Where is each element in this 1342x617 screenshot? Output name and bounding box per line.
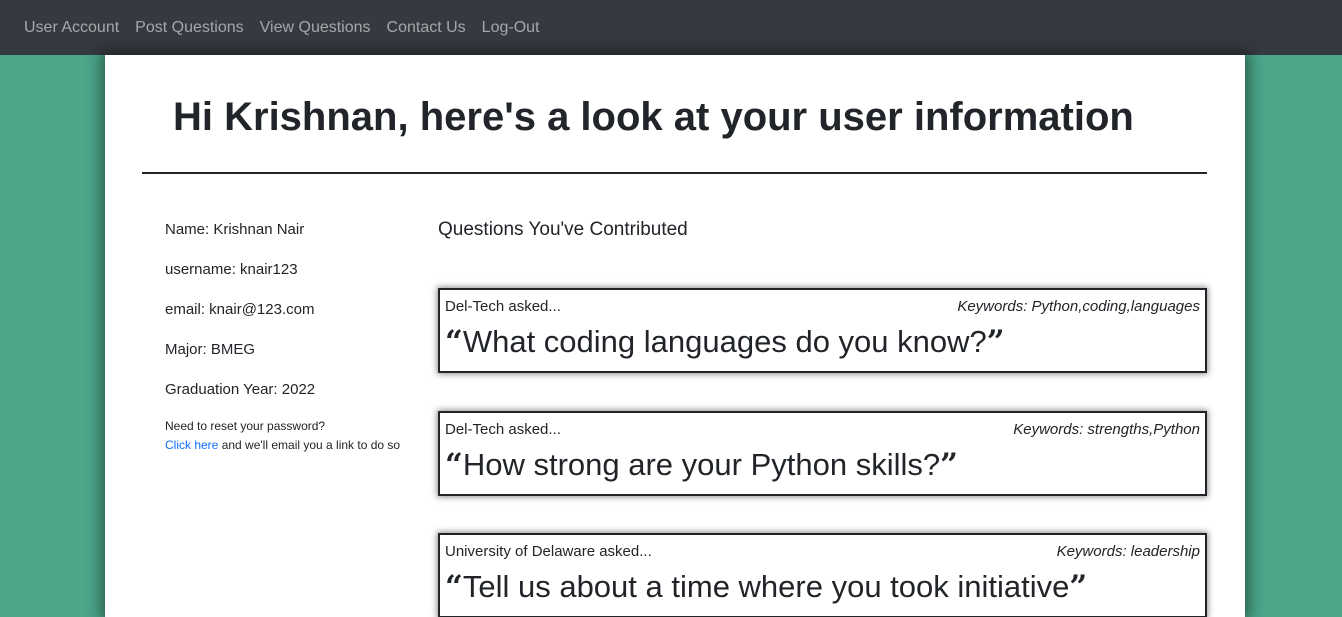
user-name: Name: Krishnan Nair [165, 221, 305, 238]
nav-post-questions[interactable]: Post Questions [135, 19, 244, 37]
user-email: email: knair@123.com [165, 301, 315, 318]
question-text: How strong are your Python skills? [462, 447, 941, 482]
title-divider [142, 172, 1207, 174]
question-asker: Del-Tech asked... [445, 421, 561, 438]
navbar: User Account Post Questions View Questio… [0, 0, 1342, 55]
open-quote-icon: “ [445, 569, 463, 605]
user-major: Major: BMEG [165, 341, 256, 358]
close-quote-icon: ” [940, 447, 958, 483]
user-info-panel: Name: Krishnan Nair username: knair123 e… [165, 220, 435, 455]
user-username: username: knair123 [165, 261, 298, 278]
main-card: Hi Krishnan, here's a look at your user … [105, 55, 1245, 617]
question-keywords: Keywords: leadership [1056, 543, 1200, 560]
open-quote-icon: “ [445, 324, 463, 360]
password-reset-prompt: Need to reset your password? [165, 419, 326, 433]
question-text: Tell us about a time where you took init… [462, 569, 1070, 604]
question-asker: University of Delaware asked... [445, 543, 652, 560]
page-title: Hi Krishnan, here's a look at your user … [173, 95, 1134, 139]
nav-log-out[interactable]: Log-Out [482, 19, 540, 37]
question-text: What coding languages do you know? [462, 324, 987, 359]
close-quote-icon: ” [1069, 569, 1088, 605]
nav-user-account[interactable]: User Account [24, 19, 119, 37]
question-text-line: “Tell us about a time where you took ini… [445, 569, 1087, 605]
contributions-title: Questions You've Contributed [438, 219, 688, 240]
open-quote-icon: “ [445, 447, 463, 483]
password-reset-link[interactable]: Click here [165, 438, 218, 452]
password-reset-note: Need to reset your password? Click here … [165, 417, 435, 455]
question-text-line: “What coding languages do you know?” [445, 324, 1005, 360]
password-reset-line: Click here and we'll email you a link to… [165, 436, 435, 455]
question-card[interactable]: Del-Tech asked... Keywords: Python,codin… [438, 288, 1207, 373]
question-text-line: “How strong are your Python skills?” [445, 447, 958, 483]
nav-view-questions[interactable]: View Questions [260, 19, 371, 37]
user-graduation-year: Graduation Year: 2022 [165, 381, 316, 398]
password-reset-suffix: and we'll email you a link to do so [218, 438, 401, 452]
nav-contact-us[interactable]: Contact Us [387, 19, 466, 37]
close-quote-icon: ” [986, 324, 1005, 360]
question-card[interactable]: Del-Tech asked... Keywords: strengths,Py… [438, 411, 1207, 496]
question-keywords: Keywords: Python,coding,languages [957, 298, 1200, 315]
question-card[interactable]: University of Delaware asked... Keywords… [438, 533, 1207, 617]
question-asker: Del-Tech asked... [445, 298, 561, 315]
question-keywords: Keywords: strengths,Python [1013, 421, 1200, 438]
